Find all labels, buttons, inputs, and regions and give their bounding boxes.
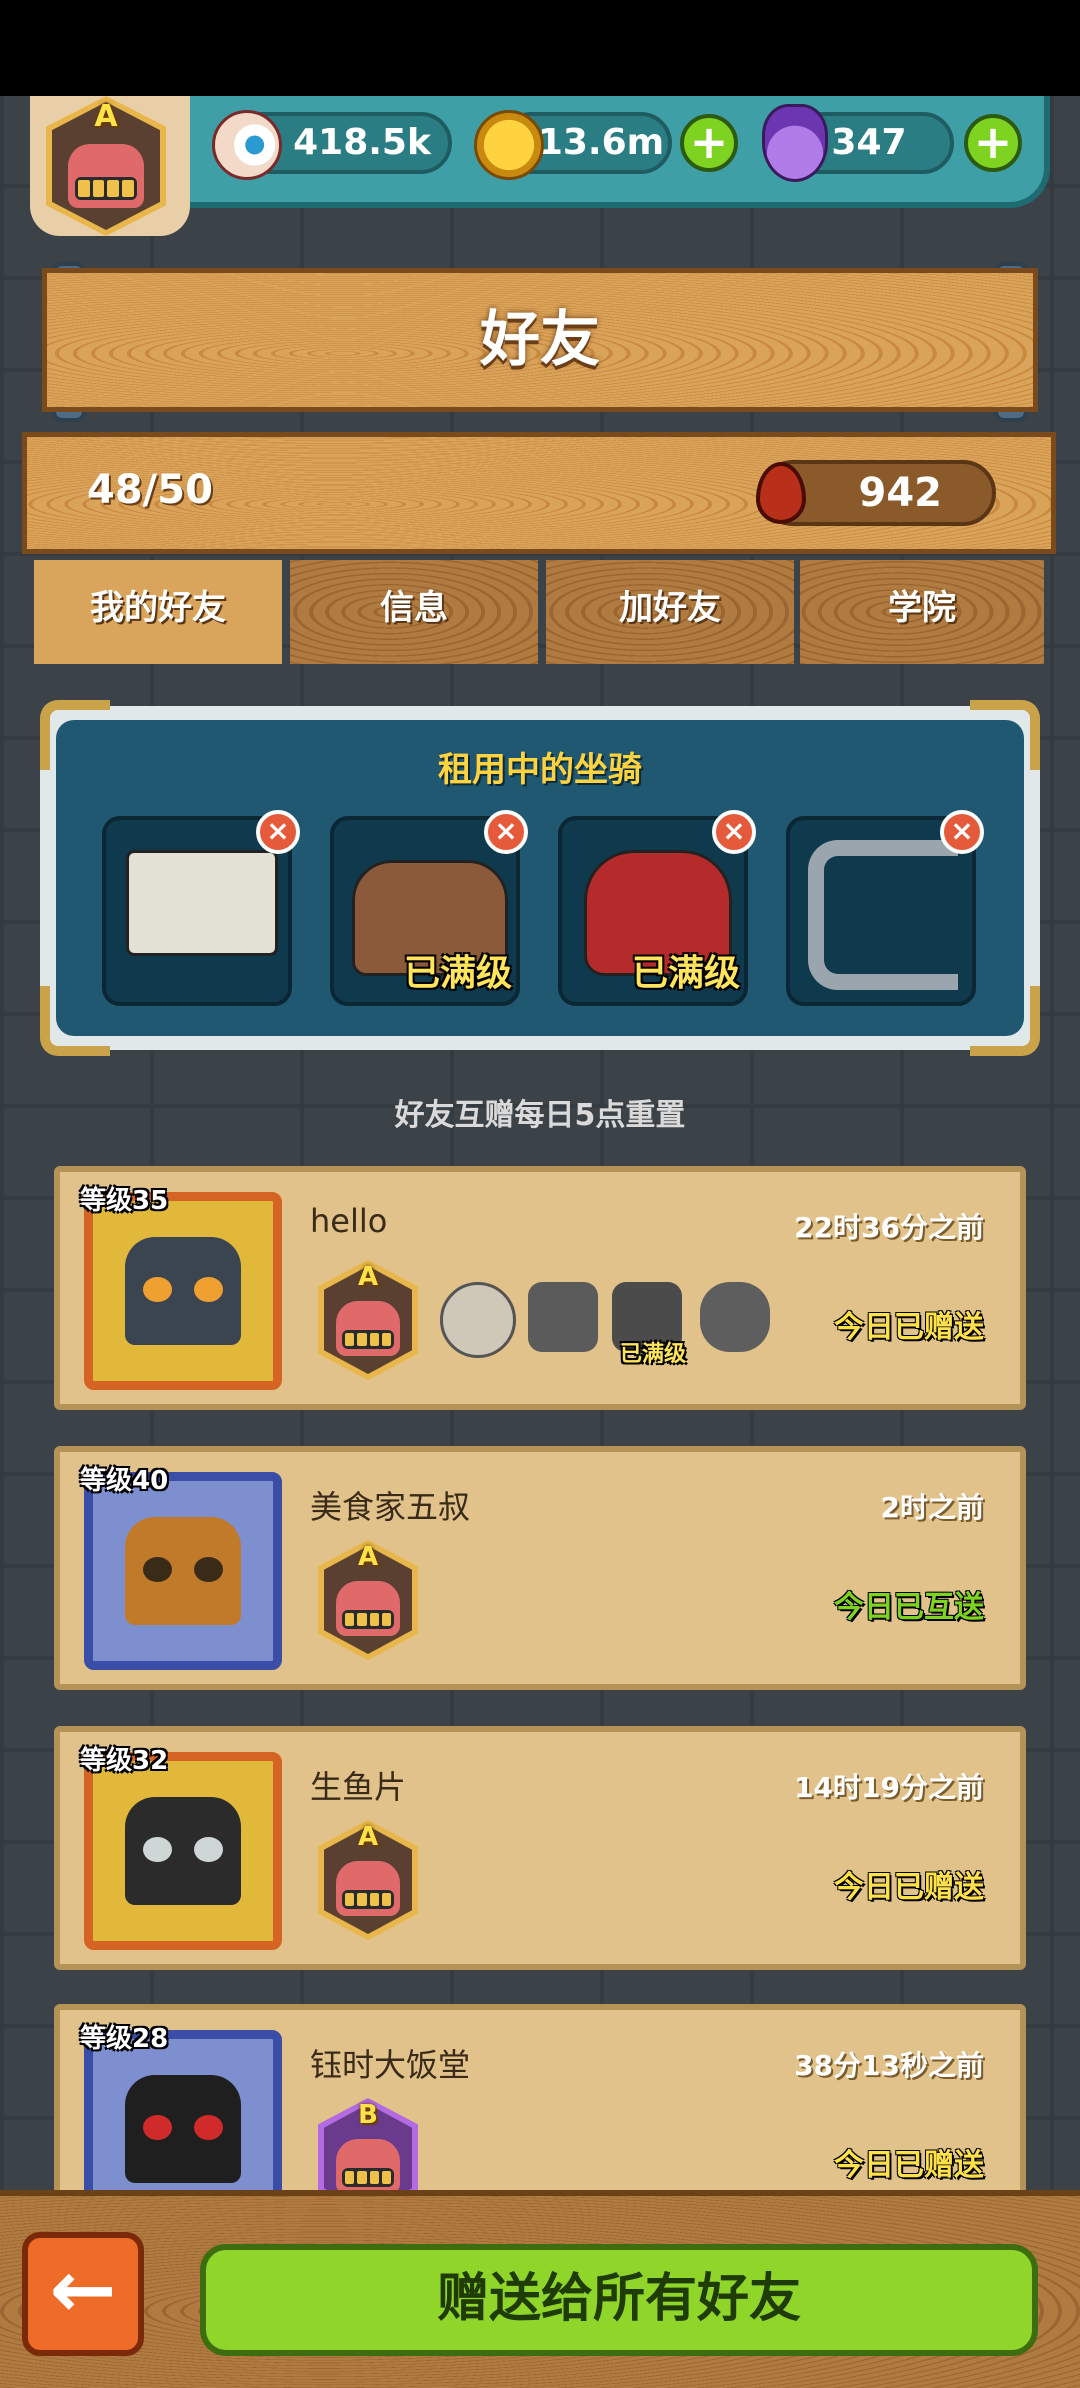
friend-avatar[interactable] bbox=[84, 1192, 282, 1390]
add-potions-button[interactable]: + bbox=[964, 114, 1022, 172]
mount-pipe-skull-icon bbox=[808, 840, 958, 990]
friend-gift-status: 今日已互送 bbox=[834, 1590, 984, 1625]
potion-icon bbox=[762, 104, 828, 182]
tab-add-friend[interactable]: 加好友 bbox=[546, 560, 794, 664]
friend-level: 等级28 bbox=[80, 2024, 169, 2054]
friend-rank-badge: A bbox=[318, 1260, 418, 1380]
send-all-friends-button[interactable]: 赠送给所有好友 bbox=[200, 2244, 1038, 2356]
remove-mount-2-button[interactable]: × bbox=[484, 810, 528, 854]
friend-rank-badge: A bbox=[318, 1820, 418, 1940]
friend-name: hello bbox=[310, 1202, 388, 1240]
friend-level: 等级40 bbox=[80, 1466, 169, 1496]
player-badge[interactable]: A bbox=[46, 96, 166, 236]
status-bar bbox=[0, 0, 1080, 96]
remove-mount-1-button[interactable]: × bbox=[256, 810, 300, 854]
friend-level: 等级32 bbox=[80, 1746, 169, 1776]
friend-avatar[interactable] bbox=[84, 1472, 282, 1670]
friend-level: 等级35 bbox=[80, 1186, 169, 1216]
page-title: 好友 bbox=[480, 305, 600, 375]
friend-last-seen: 22时36分之前 bbox=[794, 1211, 984, 1244]
mount-machine-icon bbox=[126, 850, 278, 956]
friend-card[interactable]: 等级40 美食家五叔 2时之前 今日已互送 A bbox=[54, 1446, 1026, 1690]
friend-card[interactable]: 等级32 生鱼片 14时19分之前 今日已赠送 A bbox=[54, 1726, 1026, 1970]
reset-note: 好友互赠每日5点重置 bbox=[394, 1098, 686, 1133]
badge-letter: A bbox=[94, 98, 118, 134]
add-coins-button[interactable]: + bbox=[680, 114, 738, 172]
friend-gift-status: 今日已赠送 bbox=[834, 2148, 984, 2183]
maxed-label: 已满级 bbox=[403, 953, 512, 994]
back-arrow-icon: ← bbox=[49, 2243, 117, 2336]
friend-rank-badge: A bbox=[318, 1540, 418, 1660]
friend-gift-status: 今日已赠送 bbox=[834, 1870, 984, 1905]
maxed-label: 已满级 bbox=[631, 953, 740, 994]
tab-academy[interactable]: 学院 bbox=[800, 560, 1044, 664]
remove-mount-4-button[interactable]: × bbox=[940, 810, 984, 854]
maxed-label: 已满级 bbox=[620, 1342, 687, 1367]
friend-name: 生鱼片 bbox=[310, 1768, 407, 1806]
friend-last-seen: 38分13秒之前 bbox=[794, 2049, 984, 2082]
coin-icon bbox=[474, 110, 544, 180]
eyeball-icon bbox=[212, 110, 282, 180]
friend-avatar[interactable] bbox=[84, 1752, 282, 1950]
friend-gift-status: 今日已赠送 bbox=[834, 1310, 984, 1345]
rented-mounts-title: 租用中的坐骑 bbox=[438, 750, 642, 790]
friend-name: 钰时大饭堂 bbox=[310, 2046, 471, 2084]
friend-card[interactable]: 等级35 hello 22时36分之前 今日已赠送 A 已满级 bbox=[54, 1166, 1026, 1410]
tab-my-friends[interactable]: 我的好友 bbox=[34, 560, 282, 664]
back-button[interactable]: ← bbox=[22, 2232, 144, 2356]
friends-count: 48/50 bbox=[87, 467, 213, 513]
tab-messages[interactable]: 信息 bbox=[290, 560, 538, 664]
friend-last-seen: 2时之前 bbox=[880, 1491, 984, 1524]
friend-mount-icon bbox=[440, 1282, 516, 1358]
remove-mount-3-button[interactable]: × bbox=[712, 810, 756, 854]
corner-bottom-left bbox=[40, 986, 110, 1056]
friend-mount-icon bbox=[528, 1282, 598, 1352]
friend-last-seen: 14时19分之前 bbox=[794, 1771, 984, 1804]
title-plank: 好友 bbox=[42, 268, 1038, 412]
friend-name: 美食家五叔 bbox=[310, 1488, 471, 1526]
corner-bottom-right bbox=[970, 986, 1040, 1056]
friend-mount-icon bbox=[700, 1282, 770, 1352]
